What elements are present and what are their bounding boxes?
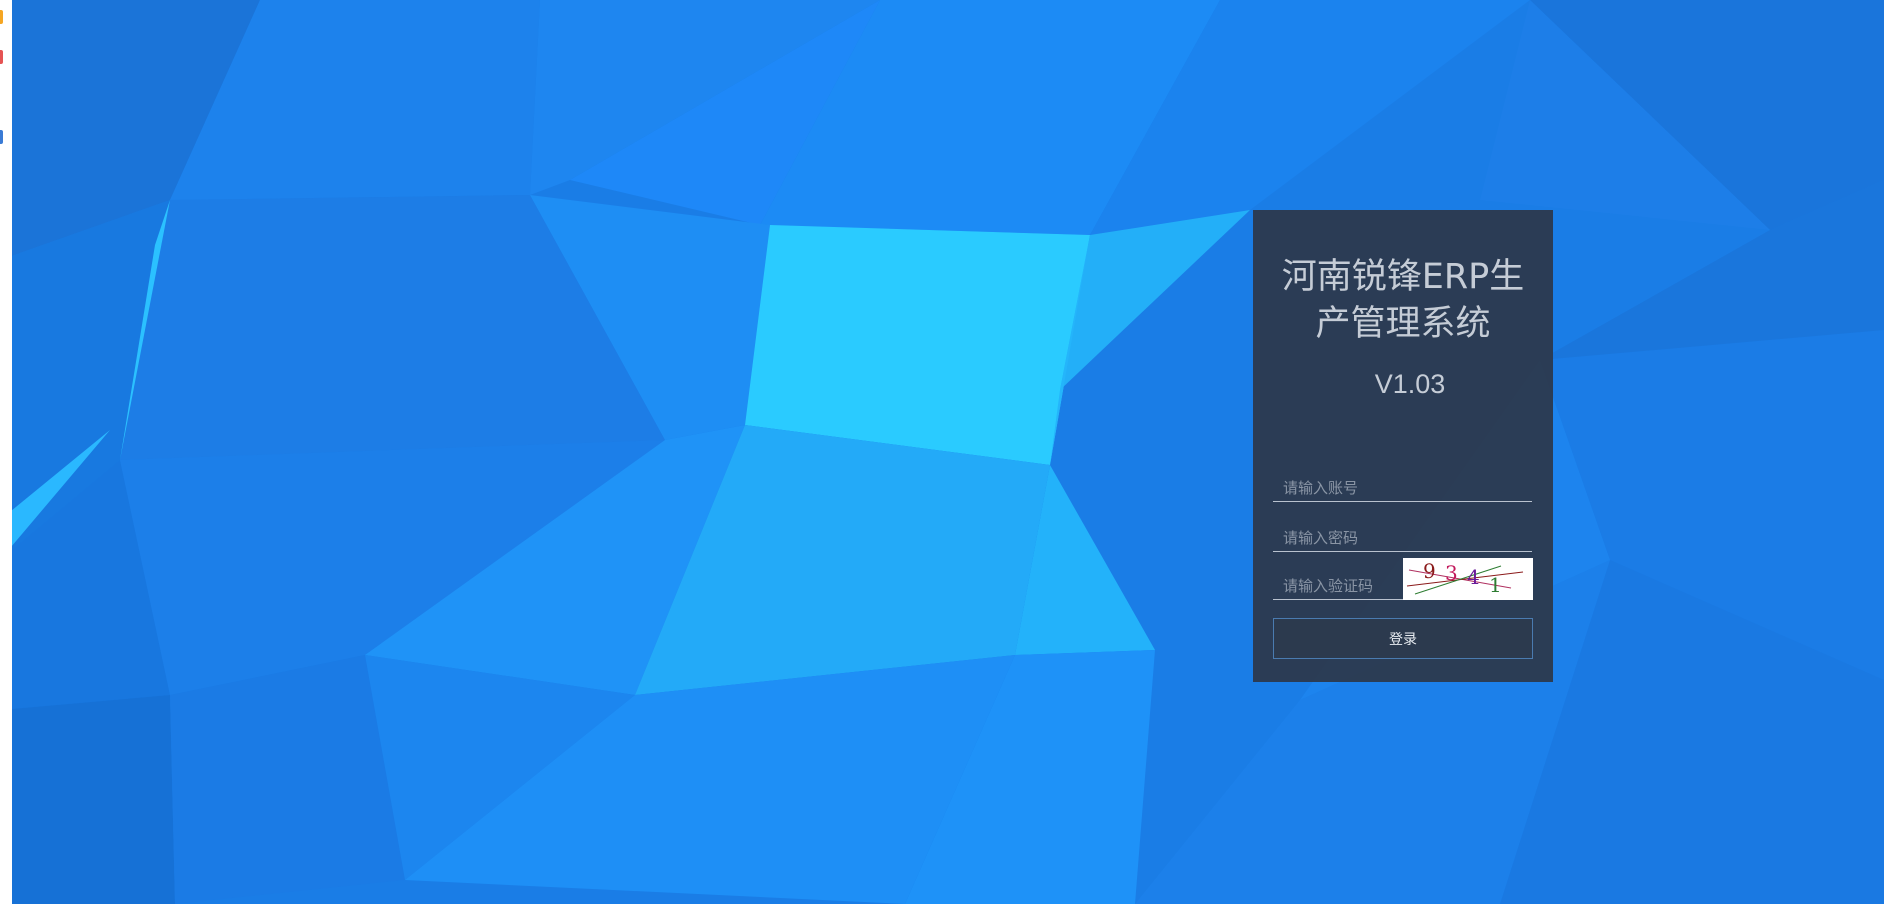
captcha-char: 9 (1423, 559, 1436, 583)
edge-indicator-icon (0, 130, 3, 144)
captcha-image[interactable]: 9341 (1403, 558, 1533, 600)
login-title: 河南锐锋ERP生产管理系统 (1281, 257, 1525, 344)
edge-indicator-icon (0, 10, 3, 24)
captcha-char: 4 (1467, 565, 1480, 589)
captcha-char: 1 (1489, 573, 1502, 597)
login-panel: 河南锐锋ERP生产管理系统 V1.03 9341 登录 (1253, 210, 1553, 682)
login-button[interactable]: 登录 (1273, 618, 1533, 659)
captcha-icon: 9341 (1406, 559, 1524, 597)
captcha-input[interactable] (1273, 566, 1403, 600)
account-input[interactable] (1273, 468, 1532, 502)
low-poly-background (0, 0, 1884, 904)
version-label: V1.03 (1374, 369, 1446, 399)
window-left-edge (0, 0, 12, 904)
password-input[interactable] (1273, 518, 1532, 552)
login-page: 河南锐锋ERP生产管理系统 V1.03 9341 登录 (0, 0, 1884, 904)
captcha-char: 3 (1445, 561, 1458, 585)
edge-indicator-icon (0, 50, 3, 64)
captcha-text: 9341 (1423, 559, 1502, 597)
